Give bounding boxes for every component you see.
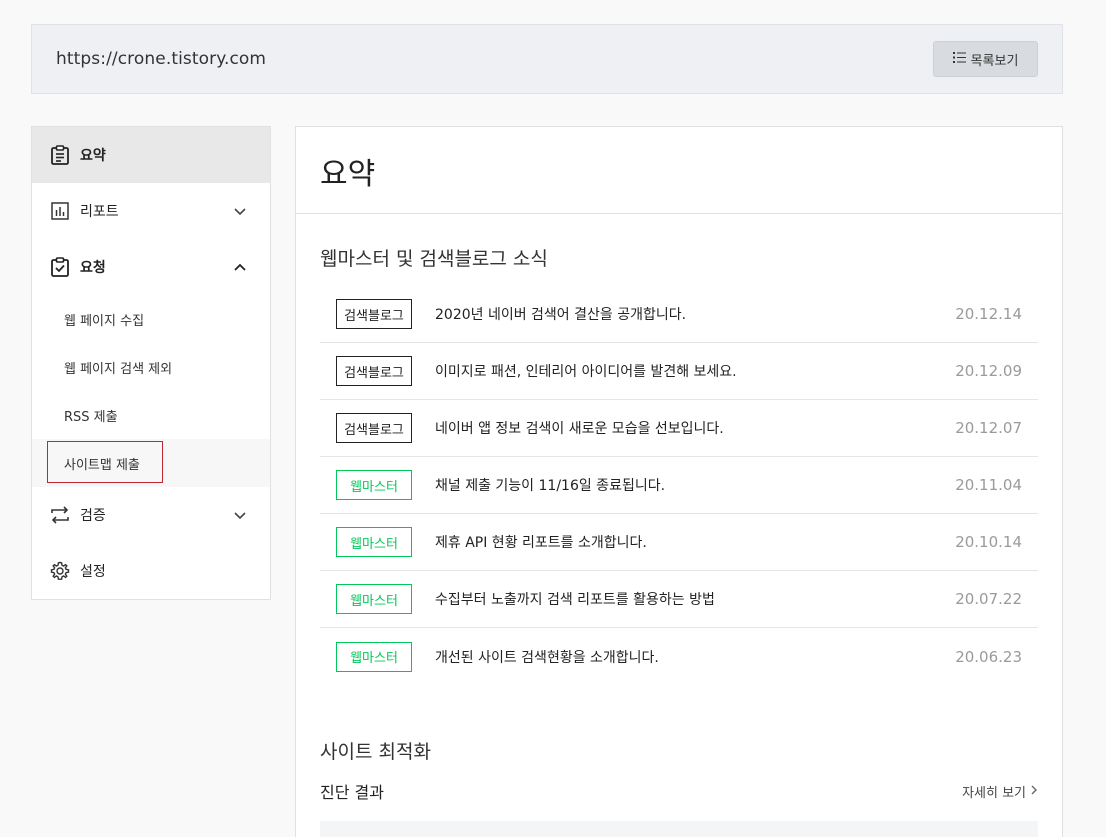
list-item[interactable]: 웹마스터 수집부터 노출까지 검색 리포트를 활용하는 방법 20.07.22 — [320, 571, 1038, 628]
optimization-section-title: 사이트 최적화 — [320, 741, 431, 763]
chevron-down-icon — [232, 507, 248, 523]
sidebar-item-label: 설정 — [80, 564, 106, 580]
chevron-right-icon — [1030, 784, 1038, 799]
diagnosis-header: 진단 결과 자세히 보기 — [296, 775, 1062, 807]
news-title: 네이버 앱 정보 검색이 새로운 모습을 선보입니다. — [435, 421, 724, 437]
site-url: https://crone.tistory.com — [56, 49, 267, 69]
sidebar-subitem-label: RSS 제출 — [64, 409, 118, 425]
sidebar-subitem-label: 웹 페이지 검색 제외 — [64, 361, 173, 377]
diagnosis-result-box — [320, 821, 1038, 837]
list-item[interactable]: 웹마스터 제휴 API 현황 리포트를 소개합니다. 20.10.14 — [320, 514, 1038, 571]
news-date: 20.12.14 — [955, 305, 1022, 323]
news-title: 이미지로 패션, 인테리어 아이디어를 발견해 보세요. — [435, 364, 737, 380]
sidebar-item-report[interactable]: 리포트 — [32, 183, 270, 239]
news-title: 2020년 네이버 검색어 결산을 공개합니다. — [435, 307, 687, 323]
list-item[interactable]: 검색블로그 2020년 네이버 검색어 결산을 공개합니다. 20.12.14 — [320, 286, 1038, 343]
category-tag: 웹마스터 — [336, 470, 412, 500]
list-view-button[interactable]: 목록보기 — [933, 41, 1038, 77]
more-link[interactable]: 자세히 보기 — [962, 782, 1038, 801]
main-content: 요약 웹마스터 및 검색블로그 소식 검색블로그 2020년 네이버 검색어 결… — [295, 126, 1063, 837]
news-date: 20.06.23 — [955, 647, 1022, 666]
main-header: 요약 — [296, 127, 1062, 214]
chevron-down-icon — [232, 203, 248, 219]
sidebar-item-label: 검증 — [80, 508, 106, 524]
list-item[interactable]: 검색블로그 이미지로 패션, 인테리어 아이디어를 발견해 보세요. 20.12… — [320, 343, 1038, 400]
list-item[interactable]: 웹마스터 채널 제출 기능이 11/16일 종료됩니다. 20.11.04 — [320, 457, 1038, 514]
category-tag: 검색블로그 — [336, 299, 412, 329]
sidebar-item-label: 리포트 — [80, 204, 119, 220]
news-date: 20.10.14 — [955, 533, 1022, 551]
sidebar-item-verify[interactable]: 검증 — [32, 487, 270, 543]
category-tag: 검색블로그 — [336, 413, 412, 443]
sidebar-subitem-label: 웹 페이지 수집 — [64, 313, 145, 329]
category-tag: 웹마스터 — [336, 641, 412, 672]
sidebar-item-request[interactable]: 요청 — [32, 239, 270, 295]
sidebar-subitem-sitemap-submit[interactable]: 사이트맵 제출 — [32, 439, 270, 487]
news-date: 20.12.07 — [955, 419, 1022, 437]
news-title: 채널 제출 기능이 11/16일 종료됩니다. — [435, 478, 666, 494]
news-title: 개선된 사이트 검색현황을 소개합니다. — [435, 649, 659, 666]
sidebar: 요약 리포트 요청 웹 페이지 수집 웹 페이지 검색 제외 RSS 제출 사이… — [31, 126, 271, 600]
clipboard-icon — [50, 145, 70, 165]
sidebar-subitem-page-crawl[interactable]: 웹 페이지 수집 — [32, 295, 270, 343]
sidebar-subitem-label: 사이트맵 제출 — [64, 457, 140, 473]
list-icon — [952, 51, 966, 67]
site-url-bar: https://crone.tistory.com 목록보기 — [31, 24, 1063, 94]
sidebar-item-settings[interactable]: 설정 — [32, 543, 270, 599]
news-title: 수집부터 노출까지 검색 리포트를 활용하는 방법 — [435, 592, 715, 608]
news-date: 20.12.09 — [955, 362, 1022, 380]
category-tag: 검색블로그 — [336, 356, 412, 386]
diagnosis-label: 진단 결과 — [320, 783, 384, 802]
list-item[interactable]: 검색블로그 네이버 앱 정보 검색이 새로운 모습을 선보입니다. 20.12.… — [320, 400, 1038, 457]
check-clipboard-icon — [50, 257, 70, 277]
category-tag: 웹마스터 — [336, 584, 412, 614]
bar-chart-icon — [50, 201, 70, 221]
news-title: 제휴 API 현황 리포트를 소개합니다. — [435, 535, 647, 551]
sidebar-item-summary[interactable]: 요약 — [32, 127, 270, 183]
list-view-label: 목록보기 — [970, 53, 1019, 69]
sidebar-subitem-page-exclude[interactable]: 웹 페이지 검색 제외 — [32, 343, 270, 391]
news-date: 20.11.04 — [955, 476, 1022, 494]
news-list: 검색블로그 2020년 네이버 검색어 결산을 공개합니다. 20.12.14 … — [320, 286, 1038, 685]
more-link-label: 자세히 보기 — [962, 785, 1026, 801]
news-date: 20.07.22 — [955, 590, 1022, 608]
sidebar-subitem-rss-submit[interactable]: RSS 제출 — [32, 391, 270, 439]
sidebar-item-label: 요약 — [80, 148, 106, 164]
swap-arrows-icon — [50, 505, 70, 525]
category-tag: 웹마스터 — [336, 527, 412, 557]
list-item[interactable]: 웹마스터 개선된 사이트 검색현황을 소개합니다. 20.06.23 — [320, 628, 1038, 685]
page-title: 요약 — [320, 157, 376, 192]
chevron-up-icon — [232, 259, 248, 275]
news-section-title: 웹마스터 및 검색블로그 소식 — [320, 248, 548, 270]
sidebar-item-label: 요청 — [80, 260, 106, 276]
gear-icon — [50, 561, 70, 581]
